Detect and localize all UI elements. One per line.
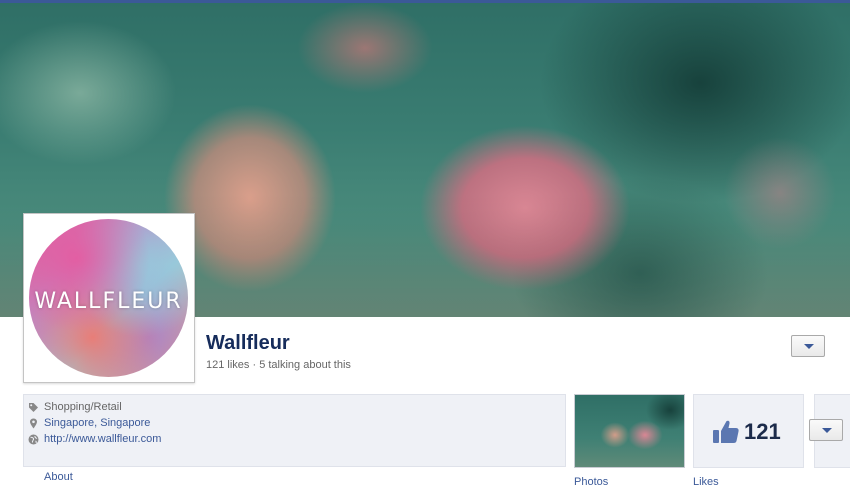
tag-icon (29, 403, 38, 412)
apps-expand-dropdown[interactable] (809, 419, 843, 441)
location-link[interactable]: Singapore, Singapore (44, 417, 150, 429)
page-title[interactable]: Wallfleur (206, 332, 290, 355)
profile-logo-text: WALLFLEUR (34, 289, 183, 314)
chevron-down-icon (822, 428, 832, 433)
photos-label[interactable]: Photos (574, 476, 608, 488)
likes-count: 121 (744, 419, 781, 444)
website-link[interactable]: http://www.wallfleur.com (44, 433, 161, 445)
thumbs-up-icon (713, 420, 739, 443)
page-stats: 121 likes · 5 talking about this (206, 359, 351, 371)
profile-logo: WALLFLEUR (29, 219, 188, 377)
map-pin-icon (30, 418, 37, 429)
globe-icon (28, 434, 39, 445)
likes-label[interactable]: Likes (693, 476, 719, 488)
info-box: Shopping/Retail Singapore, Singapore htt… (23, 394, 566, 467)
profile-picture[interactable]: WALLFLEUR (23, 213, 195, 383)
about-link[interactable]: About (44, 471, 73, 483)
likes-tile[interactable]: 121 (693, 394, 804, 468)
category-text: Shopping/Retail (44, 401, 122, 413)
page-options-dropdown[interactable] (791, 335, 825, 357)
chevron-down-icon (804, 344, 814, 349)
photos-thumbnail[interactable] (574, 394, 685, 468)
